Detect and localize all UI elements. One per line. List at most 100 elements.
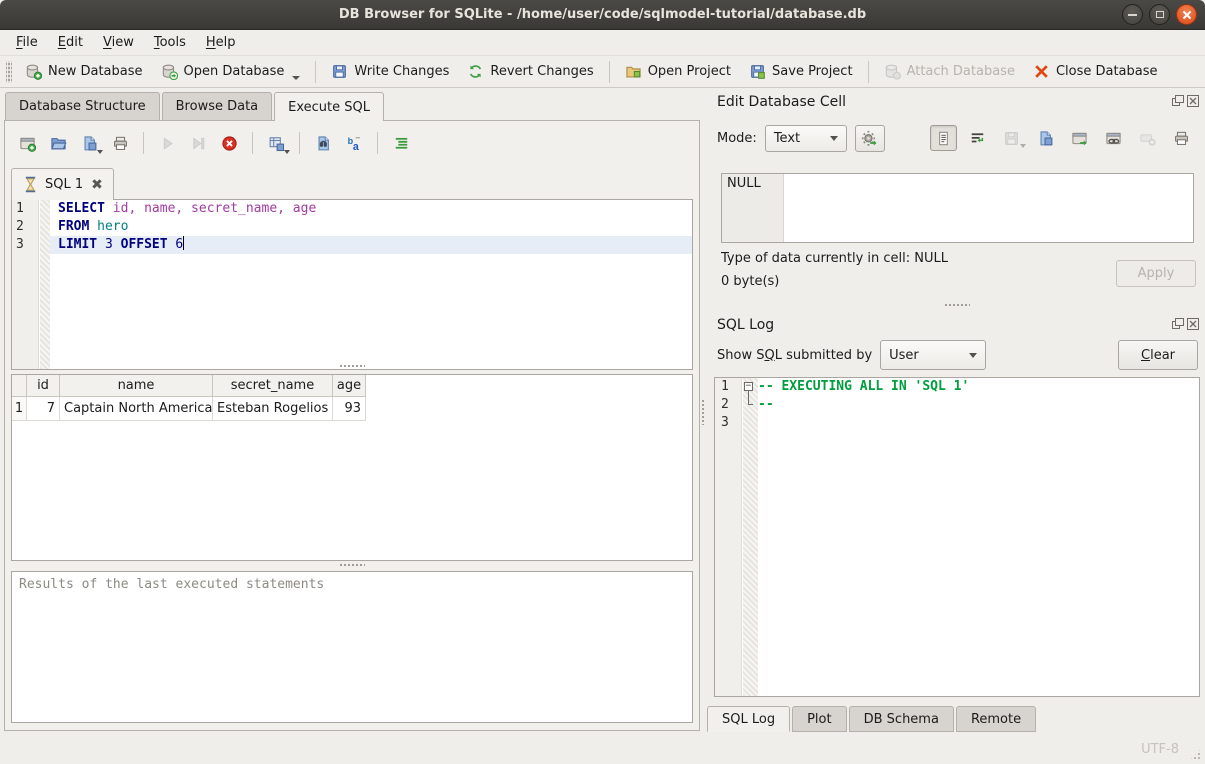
toolbar-separator [315,61,316,83]
open-project-button[interactable]: Open Project [616,58,740,86]
toolbar-button-label: Attach Database [907,64,1015,79]
toolbar-button-label: Close Database [1056,64,1158,79]
dock-tab-db-schema[interactable]: DB Schema [849,706,954,732]
export-data-icon [1037,130,1054,147]
print-cell-icon [1173,130,1190,147]
chevron-down-icon [830,136,838,141]
autocomplete-icon: ba [346,135,363,152]
sql-document-tab[interactable]: SQL 1 ✖ [11,168,114,200]
results-grid[interactable]: idnamesecret_nameage 17Captain North Amer… [11,374,693,561]
cell-secret-name[interactable]: Esteban Rogelios [213,397,333,421]
sql-editor[interactable]: 1SELECT id, name, secret_name, age2FROM … [11,199,693,370]
menu-bar: FileEditViewToolsHelp [0,30,1205,56]
toolbar-button-label: Open Project [648,64,731,79]
print-button[interactable] [106,130,134,156]
close-database-button[interactable]: Close Database [1024,58,1167,86]
token: SELECT [58,201,105,216]
save-results-button[interactable] [262,130,290,156]
chevron-down-icon [969,353,977,358]
menu-tools[interactable]: Tools [144,32,196,53]
apply-settings-button[interactable] [855,125,885,152]
dock-tab-sql-log[interactable]: SQL Log [707,706,790,732]
size-grip[interactable] [1189,748,1202,761]
cell-editor[interactable]: NULL [721,173,1194,243]
log-filter-select[interactable]: User [880,340,986,370]
close-sql-tab-icon[interactable]: ✖ [91,177,103,193]
new-sql-tab-button[interactable] [13,130,41,156]
code-text: FROM hero [50,218,692,236]
execute-current-line-button [184,130,212,156]
vertical-splitter-handle[interactable] [700,88,707,735]
attach-database-icon [884,63,901,80]
clear-log-button[interactable]: Clear [1118,340,1198,370]
cell-id[interactable]: 7 [27,397,60,421]
menu-view[interactable]: View [93,32,144,53]
open-in-external-button[interactable] [1066,125,1093,151]
find-icon [315,135,332,152]
autocomplete-button[interactable]: ba [340,130,368,156]
save-project-icon [749,63,766,80]
token [89,219,97,234]
dock-tab-plot[interactable]: Plot [792,706,847,732]
close-dock-icon[interactable] [1187,95,1199,107]
close-icon[interactable] [1176,4,1197,25]
tab-browse-data[interactable]: Browse Data [162,92,273,120]
tab-execute-sql[interactable]: Execute SQL [274,92,384,121]
main-tab-widget: Database StructureBrowse DataExecute SQL… [0,88,703,735]
column-header-name[interactable]: name [60,375,213,397]
close-dock-icon[interactable] [1187,318,1199,330]
splitter-handle[interactable] [11,561,693,569]
menu-help[interactable]: Help [196,32,246,53]
revert-changes-button[interactable]: Revert Changes [458,58,602,86]
row-header[interactable]: 1 [12,397,27,421]
float-dock-icon[interactable] [1172,318,1184,330]
sql-log-editor[interactable]: 1−-- EXECUTING ALL IN 'SQL 1'2--3 [714,377,1200,697]
save-project-button[interactable]: Save Project [740,58,862,86]
column-header-age[interactable]: age [333,375,366,397]
print-icon [112,135,129,152]
write-changes-button[interactable]: Write Changes [322,58,458,86]
set-null-button [1134,125,1161,151]
splitter-handle[interactable] [11,362,693,370]
export-data-button[interactable] [1032,125,1059,151]
grid-corner-header[interactable] [12,375,27,397]
copy-link-button[interactable] [1100,125,1127,151]
column-header-id[interactable]: id [27,375,60,397]
open-sql-file-button[interactable] [44,130,72,156]
edit-cell-dock-title: Edit Database Cell [717,92,846,112]
find-button[interactable] [309,130,337,156]
code-text: SELECT id, name, secret_name, age [50,200,692,218]
fold-collapse-icon[interactable]: − [744,382,753,391]
print-cell-button[interactable] [1168,125,1195,151]
text-mode-button[interactable] [930,125,957,151]
cell-name[interactable]: Captain North America [60,397,213,421]
main-toolbar-buttons: New DatabaseOpen Database Write ChangesRe… [16,58,1167,86]
save-sql-file-button[interactable] [75,130,103,156]
open-database-button[interactable]: Open Database [152,58,310,86]
maximize-icon[interactable] [1149,4,1170,25]
results-message-area[interactable]: Results of the last executed statements [11,571,693,723]
code-text: LIMIT 3 OFFSET 6 [50,236,692,254]
dock-tab-remote[interactable]: Remote [956,706,1036,732]
new-database-button[interactable]: New Database [16,58,152,86]
revert-changes-icon [467,63,484,80]
fold-margin-cell: − [742,378,758,396]
format-sql-button[interactable] [387,130,415,156]
toolbar-separator [143,132,144,154]
toolbar-grip[interactable] [6,61,12,83]
minimize-icon[interactable] [1122,4,1143,25]
stop-button[interactable] [215,130,243,156]
word-wrap-button[interactable] [964,125,991,151]
log-filter-row: Show SQL submitted by User Clear [717,340,1198,370]
splitter-handle[interactable] [714,301,1200,309]
toolbar-separator [868,61,869,83]
cell-age[interactable]: 93 [333,397,366,421]
tab-database-structure[interactable]: Database Structure [5,92,160,120]
menu-edit[interactable]: Edit [48,32,93,53]
line-number: 1 [12,200,39,218]
apply-button: Apply [1116,260,1196,287]
menu-file[interactable]: File [6,32,48,53]
mode-select[interactable]: Text [765,125,847,152]
column-header-secret-name[interactable]: secret_name [213,375,333,397]
float-dock-icon[interactable] [1172,95,1184,107]
